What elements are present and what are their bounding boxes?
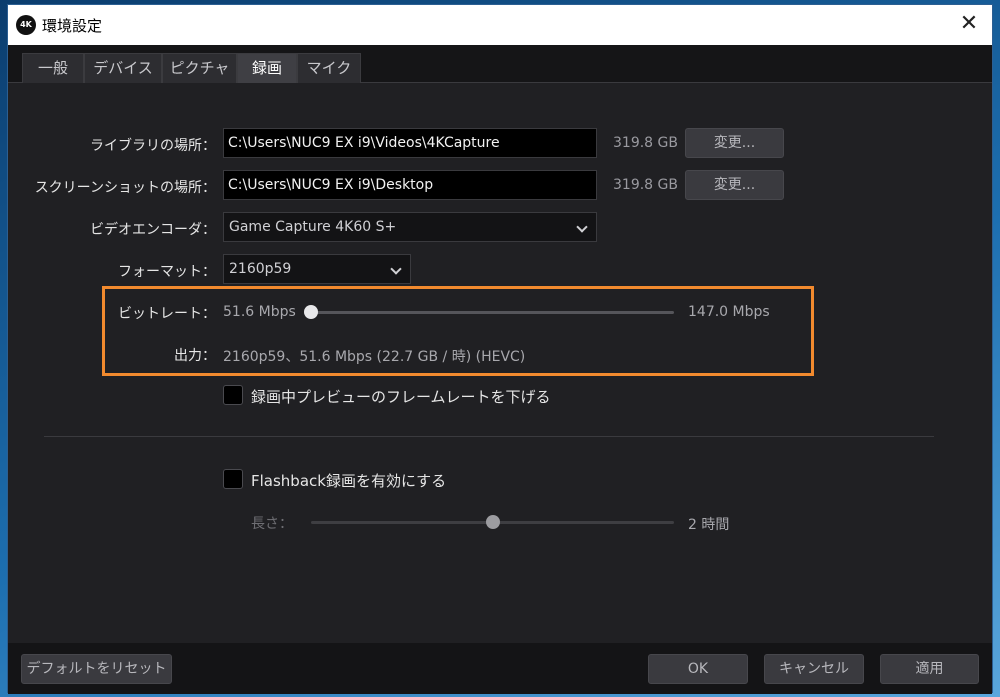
screenshot-location-row: スクリーンショットの場所： <box>8 172 216 200</box>
flashback-length-slider-thumb[interactable] <box>485 515 500 529</box>
output-row: 出力： <box>8 340 216 368</box>
window-title: 環境設定 <box>42 17 103 35</box>
section-divider <box>44 436 934 437</box>
video-encoder-label: ビデオエンコーダ： <box>90 222 216 238</box>
ok-button[interactable]: OK <box>648 654 748 684</box>
lower-preview-framerate-label: 録画中プレビューのフレームレートを下げる <box>251 388 551 406</box>
bitrate-label: ビットレート： <box>118 306 216 322</box>
preferences-window: 4K 環境設定 ✕ 一般 デバイス ピクチャ 録画 マイク ライブラリの場所： … <box>7 4 993 694</box>
tab-picture[interactable]: ピクチャ <box>162 53 237 83</box>
format-value: 2160p59 <box>229 261 292 277</box>
library-location-label: ライブラリの場所： <box>90 138 216 154</box>
output-value: 2160p59、51.6 Mbps (22.7 GB / 時) (HEVC) <box>223 349 526 365</box>
output-label: 出力： <box>174 348 216 364</box>
library-change-button[interactable]: 変更... <box>685 128 784 158</box>
screenshot-change-button[interactable]: 変更... <box>685 170 784 200</box>
tab-recording[interactable]: 録画 <box>237 53 297 83</box>
flashback-length-label: 長さ： <box>251 516 293 532</box>
tab-microphone[interactable]: マイク <box>297 53 361 83</box>
bitrate-max-text: 147.0 Mbps <box>688 304 770 320</box>
chevron-down-icon <box>576 221 588 233</box>
chevron-down-icon <box>390 263 402 275</box>
apply-button[interactable]: 適用 <box>880 654 979 684</box>
screenshot-location-label: スクリーンショットの場所： <box>34 180 216 196</box>
encoder-row: ビデオエンコーダ： <box>8 214 216 242</box>
reset-defaults-button[interactable]: デフォルトをリセット <box>21 654 172 684</box>
bitrate-row: ビットレート： <box>8 298 216 326</box>
flashback-label: Flashback録画を有効にする <box>251 472 447 490</box>
tab-device[interactable]: デバイス <box>84 53 162 83</box>
footer-bar: デフォルトをリセット OK キャンセル 適用 <box>8 643 992 694</box>
bitrate-min-text: 51.6 Mbps <box>223 304 296 320</box>
tab-strip: 一般 デバイス ピクチャ 録画 マイク <box>8 45 992 83</box>
close-icon[interactable]: ✕ <box>954 11 984 39</box>
screenshot-free-space: 319.8 GB <box>613 177 678 193</box>
video-encoder-value: Game Capture 4K60 S+ <box>229 219 397 235</box>
library-location-row: ライブラリの場所： <box>8 130 216 158</box>
screenshot-path-field[interactable]: C:\Users\NUC9 EX i9\Desktop <box>223 170 597 200</box>
flashback-length-value: 2 時間 <box>688 517 730 533</box>
library-free-space: 319.8 GB <box>613 135 678 151</box>
format-dropdown[interactable]: 2160p59 <box>223 254 411 284</box>
title-bar: 4K 環境設定 ✕ <box>8 5 992 45</box>
lower-preview-framerate-checkbox[interactable] <box>223 385 243 405</box>
format-label: フォーマット： <box>118 264 216 280</box>
app-logo-icon: 4K <box>16 15 36 35</box>
library-path-field[interactable]: C:\Users\NUC9 EX i9\Videos\4KCapture <box>223 128 597 158</box>
video-encoder-dropdown[interactable]: Game Capture 4K60 S+ <box>223 212 597 242</box>
bitrate-slider-track[interactable] <box>311 311 674 314</box>
bitrate-slider-thumb[interactable] <box>304 305 318 319</box>
format-row: フォーマット： <box>8 256 216 284</box>
tab-general[interactable]: 一般 <box>22 53 84 83</box>
cancel-button[interactable]: キャンセル <box>764 654 864 684</box>
flashback-checkbox[interactable] <box>223 469 243 489</box>
